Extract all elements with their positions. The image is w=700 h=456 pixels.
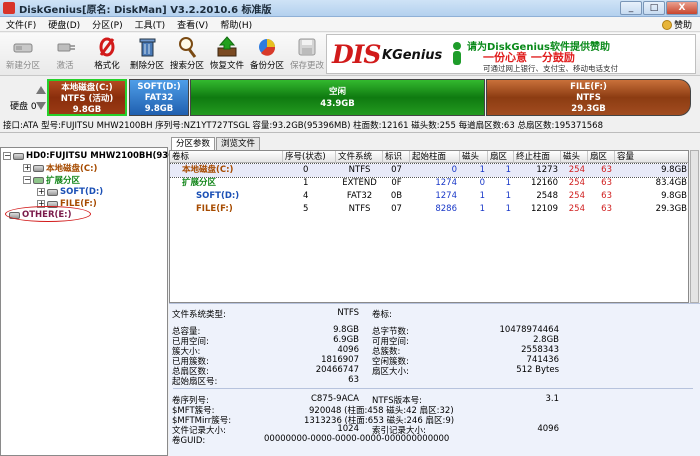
expand-icon[interactable]: + bbox=[23, 164, 31, 172]
next-disk-icon[interactable] bbox=[36, 102, 46, 110]
col-start-head[interactable]: 磁头 bbox=[460, 151, 488, 163]
sponsor-label: 赞助 bbox=[673, 21, 692, 31]
trash-icon bbox=[136, 36, 158, 58]
menu-file[interactable]: 文件(F) bbox=[0, 18, 42, 31]
table-row[interactable]: SOFT(D:) 4 FAT32 0B 1274 1 1 2548 254 63… bbox=[170, 190, 688, 203]
collapse-icon[interactable]: − bbox=[23, 176, 31, 184]
partition-details: 文件系统类型: NTFS 卷标: 总容量: 9.8GB 已用空间: 6.9GB … bbox=[169, 303, 700, 456]
partition-block-f[interactable]: FILE(F:) NTFS 29.3GB bbox=[486, 79, 691, 116]
partition-block-d[interactable]: SOFT(D:) FAT32 9.8GB bbox=[129, 79, 189, 116]
col-index[interactable]: 序号(状态) bbox=[283, 151, 336, 163]
disk-label: 硬盘 0 bbox=[10, 102, 37, 112]
format-button[interactable]: 格式化 bbox=[87, 35, 127, 73]
col-start-cyl[interactable]: 起始柱面 bbox=[410, 151, 460, 163]
recover-files-button[interactable]: 恢复文件 bbox=[207, 35, 247, 73]
menu-partition[interactable]: 分区(P) bbox=[86, 18, 128, 31]
recover-icon bbox=[216, 36, 238, 58]
menu-bar: 文件(F) 硬盘(D) 分区(P) 工具(T) 查看(V) 帮助(H) 赞助 bbox=[0, 17, 700, 32]
menu-disk[interactable]: 硬盘(D) bbox=[42, 18, 86, 31]
tree-node-c[interactable]: + 本地磁盘(C:) bbox=[23, 162, 97, 174]
col-end-sector[interactable]: 扇区 bbox=[588, 151, 615, 163]
activate-button[interactable]: 激活 bbox=[45, 35, 85, 73]
prev-disk-icon[interactable] bbox=[36, 86, 46, 94]
delete-partition-button[interactable]: 删除分区 bbox=[127, 35, 167, 73]
tree-node-disk[interactable]: − HD0:FUJITSU MHW2100BH(93G) bbox=[3, 150, 179, 162]
diskgenius-logo: DIS KGenius bbox=[330, 38, 446, 71]
save-changes-button[interactable]: 保存更改 bbox=[287, 35, 327, 73]
col-label[interactable]: 卷标 bbox=[170, 151, 283, 163]
search-partition-button[interactable]: 搜索分区 bbox=[167, 35, 207, 73]
pie-icon bbox=[256, 36, 278, 58]
magnifier-icon bbox=[176, 36, 198, 58]
plug-icon bbox=[54, 36, 76, 58]
new-partition-button[interactable]: 新建分区 bbox=[3, 35, 43, 73]
new-partition-icon bbox=[12, 36, 34, 58]
free-space-block[interactable]: 空闲 43.9GB bbox=[190, 79, 485, 116]
right-panel: 分区参数 浏览文件 卷标 序号(状态) 文件系统 标识 起始柱面 磁头 扇区 终… bbox=[169, 137, 700, 456]
highlight-circle bbox=[5, 206, 91, 222]
table-row[interactable]: FILE(F:) 5 NTFS 07 8286 1 1 12109 254 63… bbox=[170, 203, 688, 216]
table-scrollbar[interactable] bbox=[690, 150, 699, 303]
expand-icon[interactable]: + bbox=[37, 188, 45, 196]
close-button[interactable]: X bbox=[666, 1, 698, 15]
partition-block-c[interactable]: 本地磁盘(C:) NTFS (活动) 9.8GB bbox=[47, 79, 127, 116]
disk-info-bar: 接口:ATA 型号:FUJITSU MHW2100BH 序列号:NZ1YT727… bbox=[0, 119, 700, 133]
minimize-button[interactable]: _ bbox=[620, 1, 642, 15]
title-bar: DiskGenius[原名: DiskMan] V3.2.2010.6 标准版 … bbox=[0, 0, 700, 17]
tree-node-d[interactable]: + SOFT(D:) bbox=[37, 186, 103, 198]
app-icon bbox=[3, 2, 15, 14]
collapse-icon[interactable]: − bbox=[3, 152, 11, 160]
menu-help[interactable]: 帮助(H) bbox=[214, 18, 258, 31]
toolbar: 新建分区 激活 格式化 删除分区 搜索分区 恢复文件 备份分区 保存更改 DIS… bbox=[0, 33, 700, 76]
disk-icon bbox=[13, 152, 24, 160]
drive-icon bbox=[47, 188, 58, 196]
backup-partition-button[interactable]: 备份分区 bbox=[247, 35, 287, 73]
table-header: 卷标 序号(状态) 文件系统 标识 起始柱面 磁头 扇区 终止柱面 磁头 扇区 … bbox=[170, 151, 688, 163]
sponsor-icon bbox=[661, 19, 672, 30]
col-start-sector[interactable]: 扇区 bbox=[488, 151, 514, 163]
tab-browse-files[interactable]: 浏览文件 bbox=[216, 137, 261, 150]
menu-tools[interactable]: 工具(T) bbox=[129, 18, 172, 31]
table-row[interactable]: 本地磁盘(C:) 0 NTFS 07 0 1 1 1273 254 63 9.8… bbox=[170, 163, 688, 178]
menu-view[interactable]: 查看(V) bbox=[171, 18, 214, 31]
save-icon bbox=[296, 36, 318, 58]
format-icon bbox=[96, 36, 118, 58]
col-end-head[interactable]: 磁头 bbox=[561, 151, 588, 163]
col-id[interactable]: 标识 bbox=[383, 151, 410, 163]
col-capacity[interactable]: 容量 bbox=[615, 151, 688, 163]
maximize-button[interactable]: □ bbox=[643, 1, 665, 15]
figure-icon bbox=[453, 42, 461, 65]
partition-tree: − HD0:FUJITSU MHW2100BH(93G) + 本地磁盘(C:) … bbox=[0, 147, 179, 456]
disk-map: 硬盘 0 本地磁盘(C:) NTFS (活动) 9.8GB SOFT(D:) F… bbox=[0, 77, 700, 119]
sponsor-link[interactable]: 赞助 bbox=[661, 18, 692, 31]
sponsor-banner[interactable]: DIS KGenius 请为DiskGenius软件提供赞助 一份心意 一分鼓励… bbox=[326, 34, 696, 74]
window-title: DiskGenius[原名: DiskMan] V3.2.2010.6 标准版 bbox=[19, 4, 272, 16]
table-row[interactable]: 扩展分区 1 EXTEND 0F 1274 0 1 12160 254 63 8… bbox=[170, 177, 688, 190]
drive-icon bbox=[33, 164, 44, 172]
tab-partition-params[interactable]: 分区参数 bbox=[171, 137, 216, 150]
tree-node-extended[interactable]: − 扩展分区 bbox=[23, 174, 80, 186]
col-end-cyl[interactable]: 终止柱面 bbox=[514, 151, 561, 163]
banner-line3: 可通过网上银行、支付宝、移动电话支付 bbox=[483, 64, 618, 73]
partition-table: 卷标 序号(状态) 文件系统 标识 起始柱面 磁头 扇区 终止柱面 磁头 扇区 … bbox=[169, 150, 689, 303]
details-divider bbox=[173, 388, 693, 389]
col-fs[interactable]: 文件系统 bbox=[336, 151, 383, 163]
extended-icon bbox=[33, 176, 44, 184]
